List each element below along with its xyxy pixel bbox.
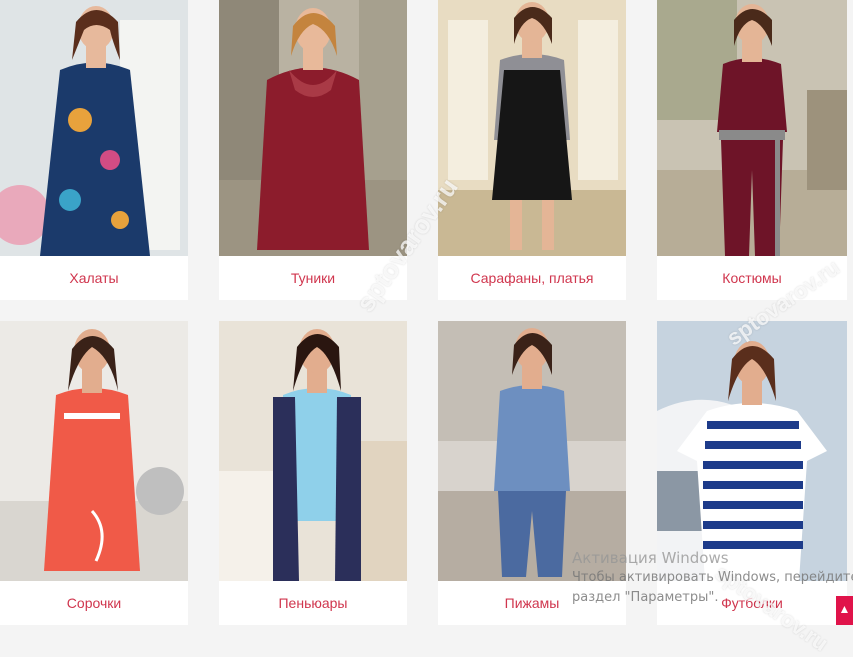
scroll-to-top-button[interactable]: ▲ bbox=[836, 596, 853, 625]
category-label[interactable]: Пеньюары bbox=[219, 595, 407, 611]
category-label[interactable]: Костюмы bbox=[657, 270, 847, 286]
category-grid: Халаты Туники Сарафаны, платья Костюмы С… bbox=[0, 0, 853, 625]
category-photo[interactable] bbox=[219, 0, 407, 256]
activation-line: раздел "Параметры". bbox=[572, 590, 719, 605]
category-label[interactable]: Сарафаны, платья bbox=[438, 270, 626, 286]
activation-line: Чтобы активировать Windows, перейдите bbox=[572, 570, 853, 585]
category-photo[interactable] bbox=[219, 321, 407, 581]
chevron-up-icon: ▲ bbox=[838, 602, 851, 616]
category-card-sundresses[interactable]: Сарафаны, платья bbox=[438, 0, 626, 300]
category-label[interactable]: Туники bbox=[219, 270, 407, 286]
category-photo[interactable] bbox=[438, 0, 626, 256]
activation-title: Активация Windows bbox=[572, 549, 729, 567]
category-label[interactable]: Халаты bbox=[0, 270, 188, 286]
category-card-suits[interactable]: Костюмы bbox=[657, 0, 847, 300]
windows-activation-notice: Активация Windows Чтобы активировать Win… bbox=[572, 548, 853, 608]
category-photo[interactable] bbox=[438, 321, 626, 581]
category-card-robes[interactable]: Халаты bbox=[0, 0, 188, 300]
category-photo[interactable] bbox=[657, 0, 847, 256]
category-label[interactable]: Сорочки bbox=[0, 595, 188, 611]
category-card-tunics[interactable]: Туники bbox=[219, 0, 407, 300]
category-card-peignoirs[interactable]: Пеньюары bbox=[219, 321, 407, 625]
category-photo[interactable] bbox=[0, 321, 188, 581]
category-photo[interactable] bbox=[657, 321, 847, 581]
category-photo[interactable] bbox=[0, 0, 188, 256]
category-card-nightgowns[interactable]: Сорочки bbox=[0, 321, 188, 625]
